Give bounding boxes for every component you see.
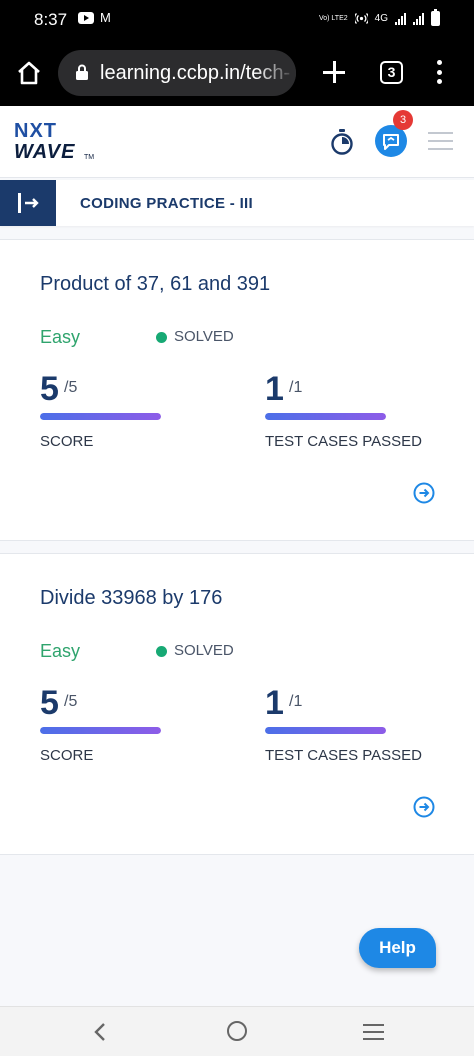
score-metric: 5 /5 SCORE xyxy=(40,370,200,450)
sidebar-toggle-button[interactable] xyxy=(0,180,56,226)
logo-text-top: NXT xyxy=(14,120,57,142)
test-cases-metric: 1 /1 TEST CASES PASSED xyxy=(265,684,425,764)
test-cases-progress-bar xyxy=(265,727,386,734)
address-bar[interactable]: learning.ccbp.in/tech- xyxy=(58,50,296,96)
network-type-label: 4G xyxy=(374,13,388,24)
score-label: SCORE xyxy=(40,433,94,450)
test-cases-total: /1 xyxy=(289,379,303,396)
problem-title[interactable]: Product of 37, 61 and 391 xyxy=(40,273,270,296)
test-cases-label: TEST CASES PASSED xyxy=(265,747,422,764)
new-tab-icon[interactable] xyxy=(323,61,345,83)
problem-card[interactable]: Divide 33968 by 176 Easy SOLVED 5 /5 SCO… xyxy=(0,553,474,855)
score-label: SCORE xyxy=(40,747,94,764)
signal-icon-1 xyxy=(395,12,406,25)
status-indicators: Vo) LTE2 4G xyxy=(318,9,440,26)
arrow-right-circle-icon[interactable] xyxy=(413,796,435,818)
test-cases-value: 1 xyxy=(265,684,284,722)
difficulty-label: Easy xyxy=(40,641,81,661)
score-value: 5 xyxy=(40,370,59,408)
system-navigation-bar xyxy=(0,1006,474,1056)
back-icon[interactable] xyxy=(90,1021,110,1043)
browser-toolbar: learning.ccbp.in/tech- 3 xyxy=(0,40,474,106)
section-title: CODING PRACTICE - III xyxy=(80,195,253,212)
status-time: 8:37 xyxy=(34,10,68,29)
lock-icon xyxy=(76,64,88,80)
test-cases-progress-bar xyxy=(265,413,386,420)
status-notification-icons: M xyxy=(78,10,111,25)
score-progress-fill xyxy=(40,413,161,420)
difficulty-label: Easy xyxy=(40,327,81,347)
score-total: /5 xyxy=(64,693,78,710)
solved-status-dot xyxy=(156,332,167,343)
home-icon[interactable] xyxy=(16,60,42,86)
more-options-icon[interactable] xyxy=(436,60,442,84)
score-value: 5 xyxy=(40,684,59,722)
section-bar: CODING PRACTICE - III xyxy=(0,180,474,226)
score-progress-fill xyxy=(40,727,161,734)
solved-status-dot xyxy=(156,646,167,657)
problem-card[interactable]: Product of 37, 61 and 391 Easy SOLVED 5 … xyxy=(0,239,474,541)
solved-status-label: SOLVED xyxy=(174,328,234,345)
solved-status-label: SOLVED xyxy=(174,642,234,659)
hotspot-icon xyxy=(354,13,368,24)
score-progress-bar xyxy=(40,413,161,420)
test-cases-progress-fill xyxy=(265,413,386,420)
score-progress-bar xyxy=(40,727,161,734)
timer-icon[interactable] xyxy=(330,128,354,156)
arrow-right-circle-icon[interactable] xyxy=(413,482,435,504)
gmail-icon: M xyxy=(100,10,111,25)
problem-title[interactable]: Divide 33968 by 176 xyxy=(40,587,222,610)
signal-icon-2 xyxy=(413,12,424,25)
test-cases-progress-fill xyxy=(265,727,386,734)
youtube-icon xyxy=(78,12,94,24)
home-circle-icon[interactable] xyxy=(227,1021,247,1041)
test-cases-label: TEST CASES PASSED xyxy=(265,433,422,450)
help-button[interactable]: Help xyxy=(359,928,436,968)
logo-trademark: TM xyxy=(84,154,95,161)
status-bar: 8:37 M Vo) LTE2 4G xyxy=(0,0,474,40)
url-fade xyxy=(256,50,296,96)
test-cases-value: 1 xyxy=(265,370,284,408)
score-total: /5 xyxy=(64,379,78,396)
recent-apps-icon[interactable] xyxy=(363,1024,384,1040)
battery-icon xyxy=(431,9,440,26)
logo-text-bottom: WAVE xyxy=(14,141,76,163)
volte-label: Vo) LTE2 xyxy=(318,15,348,22)
nxtwave-logo[interactable]: NXT WAVE TM xyxy=(14,120,104,166)
test-cases-metric: 1 /1 TEST CASES PASSED xyxy=(265,370,425,450)
test-cases-total: /1 xyxy=(289,693,303,710)
notification-badge: 3 xyxy=(393,110,413,130)
score-metric: 5 /5 SCORE xyxy=(40,684,200,764)
tab-switcher-button[interactable]: 3 xyxy=(380,61,403,84)
hamburger-menu-icon[interactable] xyxy=(428,132,453,150)
sidebar-expand-icon xyxy=(18,193,39,213)
